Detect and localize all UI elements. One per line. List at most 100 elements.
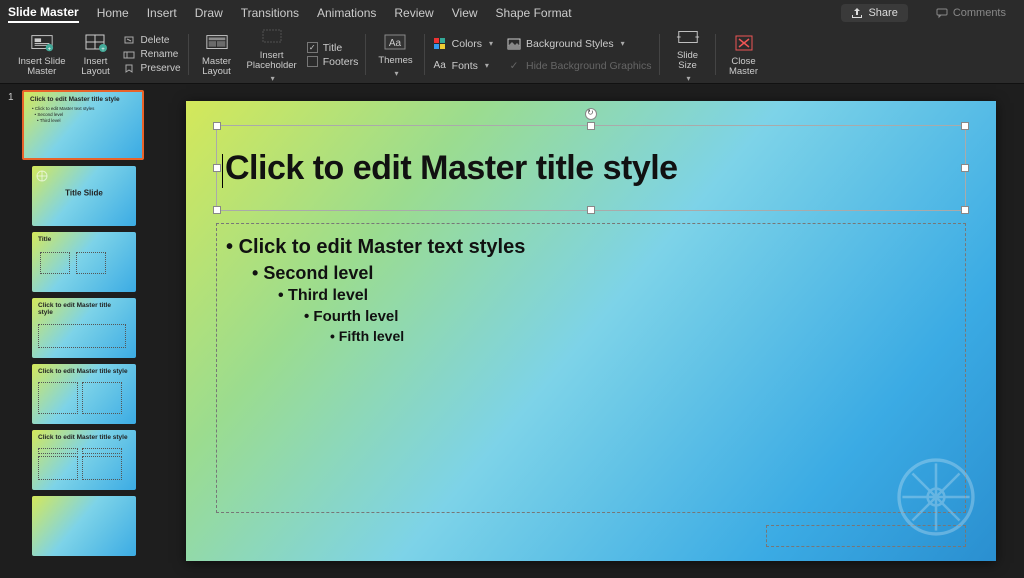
close-master-label: Close Master bbox=[729, 57, 758, 78]
rotate-handle-icon[interactable] bbox=[585, 108, 597, 120]
slide-master-icon: + bbox=[30, 32, 54, 54]
thumb-label: Title bbox=[38, 236, 128, 243]
title-checkbox[interactable]: ✓Title bbox=[307, 42, 359, 54]
thumb-label: Click to edit Master title style bbox=[38, 302, 128, 316]
slide-size-button[interactable]: Slide Size ▾ bbox=[668, 24, 708, 86]
thumb-layout-content[interactable]: Click to edit Master title style bbox=[32, 298, 136, 358]
chevron-down-icon: ▾ bbox=[621, 39, 625, 48]
themes-label: Themes bbox=[378, 56, 412, 66]
footers-cb-label: Footers bbox=[323, 56, 359, 68]
menu-bar: Slide Master Home Insert Draw Transition… bbox=[0, 0, 1024, 26]
tab-slide-master[interactable]: Slide Master bbox=[8, 3, 79, 23]
insert-layout-label: Insert Layout bbox=[81, 57, 110, 78]
resize-handle[interactable] bbox=[961, 122, 969, 130]
svg-text:Aa: Aa bbox=[389, 38, 402, 49]
colors-label: Colors bbox=[452, 38, 482, 50]
thumb-master[interactable]: Click to edit Master title style • Click… bbox=[22, 90, 144, 160]
share-label: Share bbox=[868, 7, 897, 19]
thumb-label: Click to edit Master title style bbox=[38, 368, 128, 375]
resize-handle[interactable] bbox=[587, 206, 595, 214]
thumb-layout-blank[interactable] bbox=[32, 496, 136, 556]
ribbon: + Insert Slide Master + Insert Layout De… bbox=[0, 26, 1024, 84]
fonts-icon: Aa bbox=[433, 59, 447, 73]
chevron-down-icon: ▾ bbox=[489, 39, 493, 48]
chevron-down-icon: ▾ bbox=[485, 61, 489, 70]
background-styles-button[interactable]: Background Styles ▾ bbox=[507, 37, 651, 51]
delete-label: Delete bbox=[141, 35, 170, 46]
preserve-label: Preserve bbox=[141, 63, 181, 74]
tab-draw[interactable]: Draw bbox=[195, 4, 223, 22]
workspace: 1 Click to edit Master title style • Cli… bbox=[0, 84, 1024, 578]
slide-size-icon bbox=[676, 26, 700, 48]
thumb-layout-title-slide[interactable]: Title Slide bbox=[32, 166, 136, 226]
comments-button[interactable]: Comments bbox=[926, 4, 1016, 22]
insert-layout-icon: + bbox=[84, 32, 108, 54]
bullet-level-5: Fifth level bbox=[330, 328, 525, 344]
bullet-level-1: Click to edit Master text styles bbox=[226, 236, 525, 259]
text-cursor bbox=[222, 154, 223, 188]
resize-handle[interactable] bbox=[213, 206, 221, 214]
unchecked-icon bbox=[307, 56, 318, 67]
insert-layout-button[interactable]: + Insert Layout bbox=[76, 30, 116, 80]
themes-icon: Aa bbox=[383, 31, 407, 53]
preserve-icon bbox=[122, 63, 136, 75]
title-cb-label: Title bbox=[323, 42, 342, 54]
thumb-label: Title Slide bbox=[65, 189, 103, 198]
resize-handle[interactable] bbox=[961, 164, 969, 172]
resize-handle[interactable] bbox=[587, 122, 595, 130]
slide-size-label: Slide Size bbox=[677, 51, 698, 72]
share-icon bbox=[851, 7, 863, 19]
thumb-layout-two-content[interactable]: Click to edit Master title style bbox=[32, 364, 136, 424]
thumb-bullets: • Click to edit Master text styles • Sec… bbox=[32, 106, 94, 124]
check-icon: ✓ bbox=[507, 59, 521, 73]
thumb-layout-comparison[interactable]: Click to edit Master title style bbox=[32, 430, 136, 490]
rename-label: Rename bbox=[141, 49, 179, 60]
tab-transitions[interactable]: Transitions bbox=[241, 4, 299, 22]
fonts-button[interactable]: Aa Fonts ▾ bbox=[433, 59, 493, 73]
colors-button[interactable]: Colors ▾ bbox=[433, 37, 493, 51]
tab-shape-format[interactable]: Shape Format bbox=[496, 4, 572, 22]
hide-bg-label: Hide Background Graphics bbox=[526, 60, 651, 72]
comments-icon bbox=[936, 7, 948, 19]
resize-handle[interactable] bbox=[213, 164, 221, 172]
rename-button[interactable]: Rename bbox=[122, 49, 181, 61]
delete-icon bbox=[122, 35, 136, 47]
thumb-layout-title[interactable]: Title bbox=[32, 232, 136, 292]
tab-view[interactable]: View bbox=[452, 4, 478, 22]
insert-slide-master-label: Insert Slide Master bbox=[18, 57, 66, 78]
master-title-text[interactable]: Click to edit Master title style bbox=[222, 149, 678, 188]
bg-styles-label: Background Styles bbox=[526, 38, 614, 50]
hide-bg-checkbox: ✓ Hide Background Graphics bbox=[507, 59, 651, 73]
share-button[interactable]: Share bbox=[841, 4, 907, 22]
slide-master-preview[interactable]: Click to edit Master title style Click t… bbox=[186, 101, 996, 561]
resize-handle[interactable] bbox=[961, 206, 969, 214]
close-icon bbox=[732, 32, 756, 54]
chevron-down-icon: ▾ bbox=[271, 74, 275, 83]
watermark-icon bbox=[894, 455, 978, 539]
delete-button[interactable]: Delete bbox=[122, 35, 181, 47]
insert-slide-master-button[interactable]: + Insert Slide Master bbox=[14, 30, 70, 80]
preserve-button[interactable]: Preserve bbox=[122, 63, 181, 75]
tab-animations[interactable]: Animations bbox=[317, 4, 376, 22]
footers-checkbox[interactable]: Footers bbox=[307, 56, 359, 68]
insert-placeholder-button: Insert Placeholder ▾ bbox=[243, 24, 301, 86]
themes-button[interactable]: Aa Themes ▾ bbox=[374, 29, 416, 80]
resize-handle[interactable] bbox=[213, 122, 221, 130]
close-master-button[interactable]: Close Master bbox=[724, 30, 764, 80]
tab-home[interactable]: Home bbox=[97, 4, 129, 22]
master-bullets[interactable]: Click to edit Master text styles Second … bbox=[226, 236, 525, 344]
bg-styles-icon bbox=[507, 37, 521, 51]
thumb-number: 1 bbox=[8, 90, 18, 160]
tab-review[interactable]: Review bbox=[394, 4, 433, 22]
bullet-level-4: Fourth level bbox=[304, 308, 525, 325]
colors-icon bbox=[433, 37, 447, 51]
thumbnail-panel[interactable]: 1 Click to edit Master title style • Cli… bbox=[0, 84, 158, 578]
svg-text:+: + bbox=[48, 46, 51, 52]
bullet-level-3: Third level bbox=[278, 287, 525, 305]
thumb-title: Click to edit Master title style bbox=[30, 96, 120, 103]
master-layout-button[interactable]: Master Layout bbox=[197, 30, 237, 80]
fonts-label: Fonts bbox=[452, 60, 478, 72]
rename-icon bbox=[122, 49, 136, 61]
tab-insert[interactable]: Insert bbox=[147, 4, 177, 22]
slide-canvas[interactable]: Click to edit Master title style Click t… bbox=[158, 84, 1024, 578]
